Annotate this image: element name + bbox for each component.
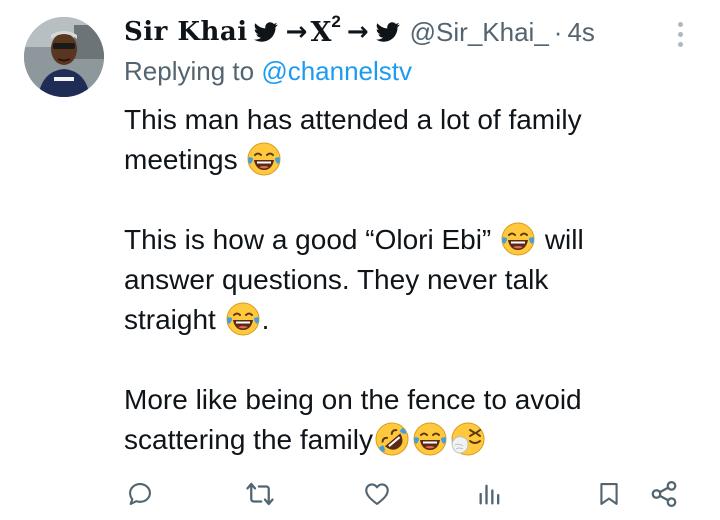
bird-icon (254, 20, 278, 44)
share-icon[interactable] (648, 478, 680, 510)
replying-to-handle[interactable]: @channelstv (261, 56, 412, 86)
name-arrow: → (285, 17, 308, 47)
display-name[interactable]: Sir Khai (124, 17, 248, 47)
tweet-line: meetings (124, 140, 664, 180)
tweet-line: straight . (124, 300, 664, 340)
tweet-text: will (537, 224, 584, 255)
avatar-image (24, 17, 104, 97)
tweet-header: Sir Khai → X2 → @Sir_Khai_ · 4s (124, 12, 644, 50)
tweet-text: More like being on the fence to avoid (124, 384, 582, 415)
tweet-line: scattering the family (124, 420, 664, 460)
tweet-text: This man has attended a lot of family (124, 104, 582, 135)
tweet-line: More like being on the fence to avoid (124, 380, 664, 420)
tweet-line: answer questions. They never talk (124, 260, 664, 300)
name-arrow: → (346, 17, 369, 47)
replying-prefix: Replying to (124, 56, 255, 86)
bird-icon (376, 20, 400, 44)
tweet-text: . (261, 304, 270, 335)
tweet: Sir Khai → X2 → @Sir_Khai_ · 4s Replying… (0, 0, 720, 520)
reply-icon[interactable] (124, 478, 156, 510)
tweet-text: This is how a good “Olori Ebi” (124, 224, 492, 255)
avatar[interactable] (24, 17, 104, 97)
tweet-text: answer questions. They never talk (124, 264, 549, 295)
replying-to: Replying to @channelstv (124, 56, 412, 87)
bookmark-icon[interactable] (593, 478, 625, 510)
face-with-tears-of-joy-emoji (246, 141, 282, 177)
tweet-line: This man has attended a lot of family (124, 100, 664, 140)
name-x-letter: X (310, 16, 332, 48)
tweet-text: meetings (124, 144, 238, 175)
tweet-line: This is how a good “Olori Ebi” will (124, 220, 664, 260)
face-with-tears-of-joy-emoji (225, 301, 261, 337)
tweet-body: This man has attended a lot of family me… (124, 100, 664, 460)
separator-dot: · (553, 16, 563, 47)
face-with-tears-of-joy-emoji (412, 421, 448, 457)
name-x-superscript: 2 (331, 12, 341, 31)
timestamp[interactable]: 4s (567, 17, 594, 48)
sneezing-face-emoji (450, 421, 486, 457)
tweet-text: scattering the family (124, 424, 373, 455)
rolling-on-floor-laughing-emoji (374, 421, 410, 457)
more-vertical-icon[interactable] (668, 18, 692, 50)
user-handle[interactable]: @Sir_Khai_ (410, 17, 549, 48)
retweet-icon[interactable] (244, 478, 276, 510)
views-icon[interactable] (474, 478, 506, 510)
face-with-tears-of-joy-emoji (500, 221, 536, 257)
action-bar (0, 472, 720, 516)
tweet-text: straight (124, 304, 216, 335)
heart-icon[interactable] (361, 478, 393, 510)
